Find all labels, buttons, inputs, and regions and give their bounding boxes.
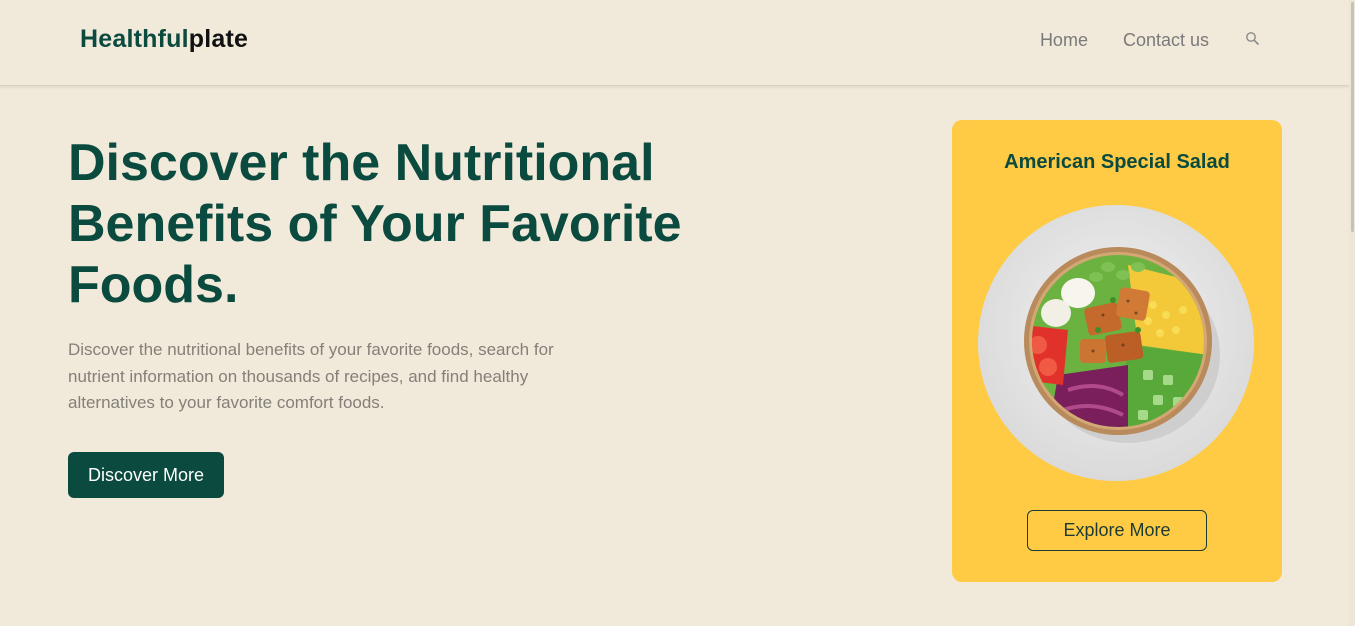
logo-secondary: plate [188,25,249,53]
nav-home-link[interactable]: Home [1040,30,1088,51]
nav-contact-link[interactable]: Contact us [1123,30,1209,51]
card-title: American Special Salad [1004,151,1230,173]
logo-primary: Healthful [80,25,189,53]
page: Healthfulplate Home Contact us Discover … [0,0,1355,626]
scrollbar-thumb[interactable] [1351,2,1354,232]
main-nav: Home Contact us [1040,30,1262,51]
site-header: Healthfulplate Home Contact us [0,0,1349,86]
hero-title: Discover the Nutritional Benefits of You… [68,134,682,314]
scrollbar[interactable] [1349,0,1355,626]
search-icon[interactable] [1244,30,1262,48]
logo[interactable]: Healthfulplate [80,25,248,54]
explore-more-button[interactable]: Explore More [1027,510,1207,551]
hero-description: Discover the nutritional benefits of you… [68,340,554,412]
discover-more-button[interactable]: Discover More [68,452,224,498]
salad-bowl-image [978,205,1254,481]
featured-recipe-card: American Special Salad Explore More [952,120,1282,582]
